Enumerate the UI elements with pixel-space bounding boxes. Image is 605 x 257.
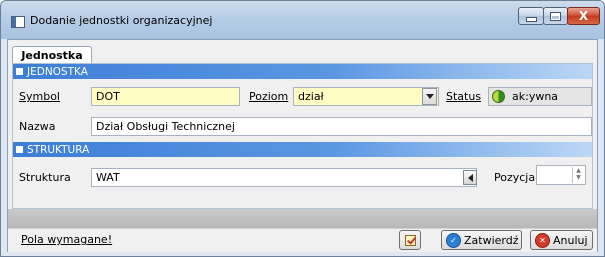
window-title: Dodanie jednostki organizacyjnej [30, 14, 213, 27]
nazwa-label: Nazwa [19, 120, 56, 133]
nazwa-field[interactable]: Dział Obsługi Technicznej [91, 117, 592, 136]
spinner-arrows[interactable]: ▲ ▼ [572, 167, 584, 183]
status-field: ak:ywna [488, 87, 592, 106]
status-value: ak:ywna [512, 90, 559, 103]
status-label: Status [446, 90, 482, 103]
empty-area [8, 209, 597, 228]
section-header-struktura[interactable]: STRUKTURA [13, 142, 592, 157]
minimize-icon [525, 16, 537, 22]
tab-panel: JEDNOSTKA Symbol DOT Poziom dział Status… [12, 63, 593, 209]
struktura-select-button[interactable] [463, 170, 477, 185]
chevron-down-icon [425, 94, 434, 99]
pozycja-spinner[interactable]: ▲ ▼ [536, 165, 586, 185]
status-active-icon [492, 90, 505, 103]
struktura-field[interactable]: WAT [91, 168, 477, 187]
confirm-button[interactable]: ✓ Zatwierdź [441, 230, 522, 250]
cancel-icon: ✕ [535, 232, 550, 248]
maximize-button[interactable] [543, 7, 568, 25]
validate-button[interactable] [399, 230, 421, 250]
dialog-client-area: Jednostka JEDNOSTKA Symbol DOT Poziom dz… [7, 39, 598, 252]
poziom-label: Poziom [249, 90, 289, 103]
section-title: STRUKTURA [27, 143, 90, 156]
cancel-button[interactable]: ✕ Anuluj [530, 230, 593, 250]
poziom-dropdown-button[interactable] [422, 88, 437, 105]
confirm-label: Zatwierdź [464, 233, 519, 247]
cancel-label: Anuluj [553, 233, 588, 247]
required-fields-link[interactable]: Pola wymagane! [21, 233, 112, 246]
collapse-icon [16, 146, 23, 153]
pozycja-label: Pozycja [494, 171, 536, 184]
poziom-select[interactable]: dział [293, 87, 439, 106]
checkbox-check-icon [404, 234, 416, 246]
maximize-icon [550, 11, 561, 21]
symbol-field[interactable]: DOT [91, 87, 240, 106]
dialog-footer: Pola wymagane! ✓ Zatwierdź ✕ Anuluj [8, 228, 597, 252]
spin-down-icon[interactable]: ▼ [573, 174, 584, 181]
symbol-label: Symbol [19, 90, 60, 103]
minimize-button[interactable] [518, 7, 544, 25]
dialog-window: Dodanie jednostki organizacyjnej X Jedno… [0, 0, 605, 257]
tab-jednostka[interactable]: Jednostka [12, 46, 92, 64]
spin-up-icon[interactable]: ▲ [573, 167, 584, 174]
section-title: JEDNOSTKA [27, 65, 88, 78]
confirm-icon: ✓ [446, 232, 461, 248]
close-button[interactable]: X [567, 7, 600, 25]
close-icon: X [578, 9, 589, 23]
section-header-jednostka[interactable]: JEDNOSTKA [13, 64, 592, 79]
app-icon [11, 16, 25, 28]
struktura-label: Struktura [19, 171, 71, 184]
chevron-left-icon [467, 173, 473, 182]
title-bar[interactable]: Dodanie jednostki organizacyjnej X [1, 1, 604, 39]
collapse-icon [16, 68, 23, 75]
